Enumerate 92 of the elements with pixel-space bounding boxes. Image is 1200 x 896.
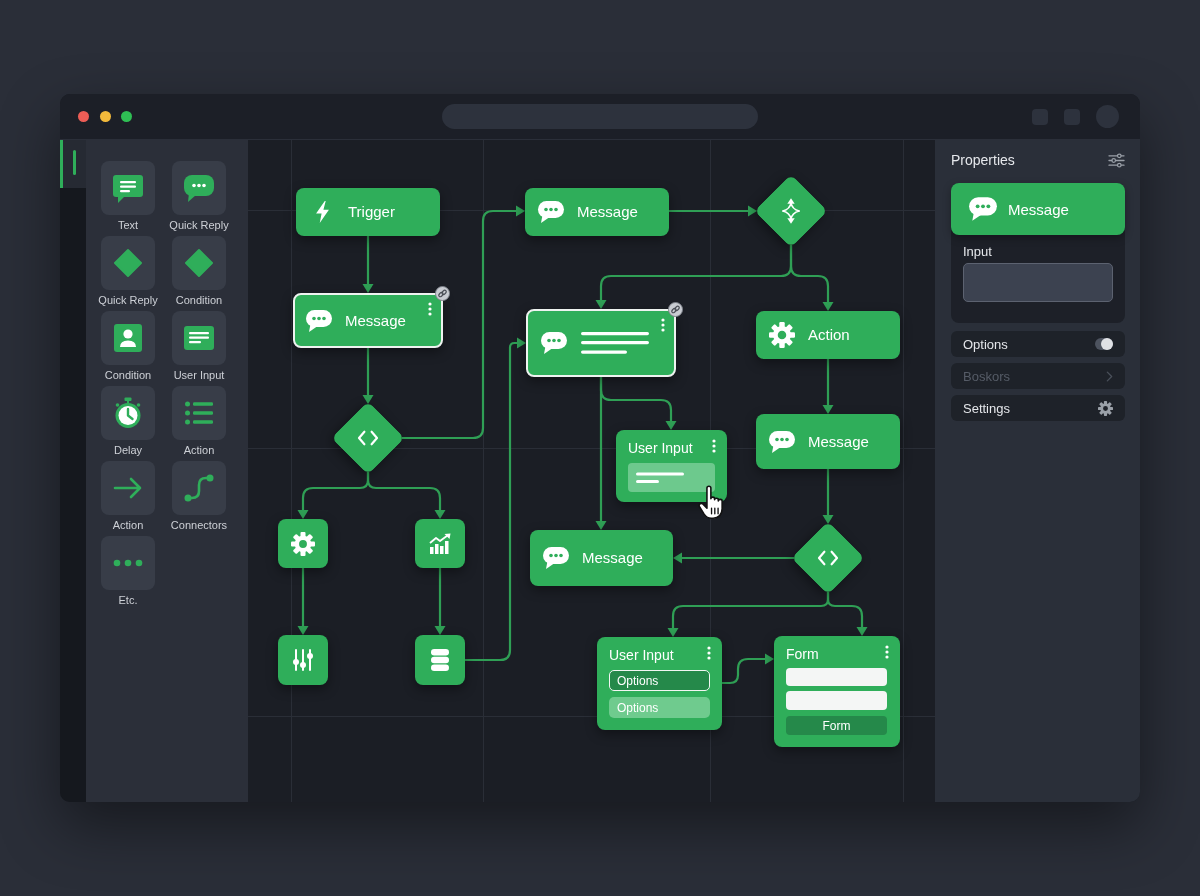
connector-arrow	[822, 359, 834, 414]
node-label: Message	[582, 549, 643, 567]
more-icon[interactable]	[707, 646, 711, 660]
stopwatch-icon	[113, 397, 143, 429]
option-chip[interactable]: Options	[609, 670, 710, 691]
palette-label: User Input	[173, 368, 225, 382]
gear-icon	[769, 322, 795, 348]
maximize-button[interactable]	[121, 111, 132, 122]
text-lines-icon	[636, 471, 684, 484]
link-icon	[668, 302, 683, 317]
sliders-icon[interactable]	[1108, 152, 1125, 168]
node-label: Message	[577, 203, 638, 221]
row-label: Settings	[963, 400, 1010, 416]
text-lines-icon	[581, 331, 649, 355]
palette-label: Condition	[175, 293, 223, 307]
lightning-bolt-icon	[314, 201, 330, 223]
more-icon[interactable]	[661, 318, 665, 332]
palette-label: Action	[112, 518, 144, 532]
connector-arrow	[722, 653, 774, 685]
close-button[interactable]	[78, 111, 89, 122]
row-label: Options	[963, 336, 1008, 352]
palette-label: Action	[183, 443, 215, 457]
panel-title: Properties	[951, 152, 1015, 168]
palette-tile[interactable]	[172, 161, 226, 215]
more-icon[interactable]	[428, 302, 432, 316]
row-label: Boskors	[963, 368, 1010, 384]
bar-chart-icon	[428, 532, 452, 555]
diamond-icon	[184, 248, 214, 278]
node-title: Form	[786, 645, 819, 663]
minimize-button[interactable]	[99, 111, 111, 122]
code-icon	[357, 429, 379, 447]
gear-icon	[1098, 400, 1113, 416]
activity-tab[interactable]	[60, 140, 86, 188]
palette-tile[interactable]	[172, 236, 226, 290]
chat-bubble-icon	[542, 546, 570, 570]
four-point-star-icon	[780, 198, 802, 224]
palette-tile[interactable]	[172, 461, 226, 515]
connector-arrow	[362, 348, 374, 404]
text-box-icon	[183, 325, 215, 351]
more-icon[interactable]	[885, 645, 889, 659]
chat-bubble-icon	[537, 200, 565, 224]
palette-label: Text	[117, 218, 139, 232]
palette-label: Etc.	[118, 593, 138, 607]
database-icon	[429, 648, 451, 672]
chat-bubble-icon	[183, 173, 215, 203]
palette-tile[interactable]	[101, 536, 155, 590]
node-label: Trigger	[348, 203, 395, 221]
input-field[interactable]	[963, 263, 1113, 302]
chat-bubble-icon	[305, 308, 333, 333]
form-button[interactable]: Form	[786, 716, 887, 735]
connector-arrow	[362, 236, 374, 293]
connector-arrow	[297, 568, 309, 635]
node-title: User Input	[609, 646, 674, 664]
palette-label: Delay	[113, 443, 143, 457]
diamond-icon	[113, 248, 143, 278]
palette-tile[interactable]	[101, 236, 155, 290]
property-row[interactable]: Options	[951, 331, 1125, 357]
gear-icon	[291, 531, 315, 556]
chat-bubble-icon	[968, 196, 998, 222]
message-lines-icon	[112, 173, 144, 203]
list-icon	[184, 400, 214, 426]
connector-arrow	[434, 568, 446, 635]
property-row[interactable]: Settings	[951, 395, 1125, 421]
toggle-switch[interactable]	[1095, 338, 1113, 350]
connector-icon	[183, 472, 215, 504]
node-title: User Input	[628, 439, 693, 457]
palette-tile[interactable]	[172, 386, 226, 440]
connector-arrow	[822, 469, 834, 524]
node-label: Message	[1008, 200, 1069, 218]
palette-label: Quick Reply	[98, 293, 158, 307]
palette-tile[interactable]	[101, 461, 155, 515]
palette-label: Condition	[104, 368, 152, 382]
sliders-icon	[292, 648, 314, 672]
more-icon[interactable]	[712, 439, 716, 453]
chat-bubble-icon	[540, 331, 568, 355]
node-label: Message	[808, 432, 869, 451]
node-label: Message	[345, 311, 406, 330]
chevron-right-icon	[1106, 370, 1113, 382]
field-label: Input	[963, 244, 993, 260]
link-icon	[435, 286, 450, 301]
node-label: Action	[808, 326, 850, 344]
palette-tile[interactable]	[101, 161, 155, 215]
dots-icon	[113, 559, 143, 567]
palette-tile[interactable]	[101, 386, 155, 440]
palette-tile[interactable]	[172, 311, 226, 365]
arrow-right-icon	[112, 475, 144, 501]
palette-label: Quick Reply	[169, 218, 229, 232]
palette-tile[interactable]	[101, 311, 155, 365]
user-icon	[113, 323, 143, 353]
chat-bubble-icon	[768, 429, 796, 454]
code-icon	[817, 549, 839, 567]
palette-label: Connectors	[170, 518, 228, 532]
